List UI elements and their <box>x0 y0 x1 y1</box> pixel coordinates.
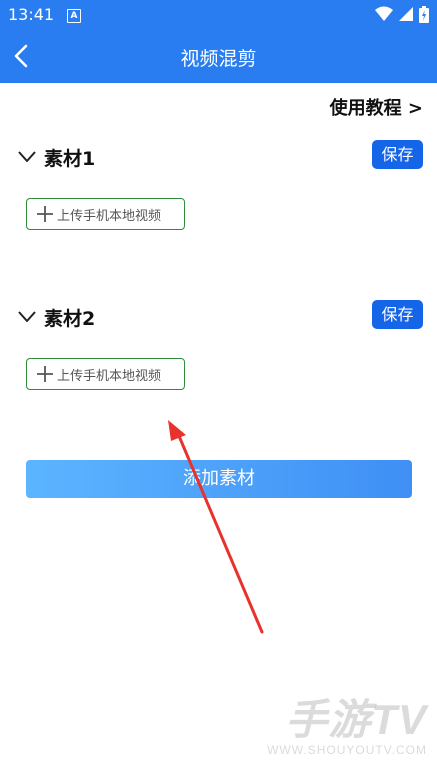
material-section-1-title: 素材1 <box>44 148 96 170</box>
wifi-icon <box>375 6 393 21</box>
page-title: 视频混剪 <box>180 48 257 70</box>
signal-icon <box>399 7 413 21</box>
upload-video-label-1: 上传手机本地视频 <box>57 208 162 224</box>
battery-icon <box>419 6 429 23</box>
tutorial-link[interactable]: 使用教程 > <box>330 94 423 120</box>
upload-video-button-2[interactable]: 上传手机本地视频 <box>26 358 185 390</box>
status-icons <box>375 6 429 23</box>
chevron-down-icon[interactable] <box>18 311 36 323</box>
save-button-2[interactable]: 保存 <box>372 300 423 329</box>
watermark-url: WWW.SHOUYOUTV.COM <box>267 743 427 757</box>
app-bar: 视频混剪 <box>0 30 437 83</box>
material-section-2-header[interactable]: 素材2 <box>18 306 423 336</box>
plus-icon <box>37 206 53 222</box>
material-section-2-title: 素材2 <box>44 308 96 330</box>
watermark-logo: 手游TV <box>285 696 427 743</box>
chevron-down-icon[interactable] <box>18 151 36 163</box>
upload-video-button-1[interactable]: 上传手机本地视频 <box>26 198 185 230</box>
add-material-button[interactable]: 添加素材 <box>26 460 412 498</box>
status-bar: 13:41 A <box>0 0 437 30</box>
screen: 13:41 A 视频混剪 使用教程 > 素材1 保存 上传手机本地视频 素材2 … <box>0 0 437 776</box>
save-button-1[interactable]: 保存 <box>372 140 423 169</box>
material-section-1-header[interactable]: 素材1 <box>18 146 423 176</box>
status-time: 13:41 <box>8 5 55 24</box>
upload-video-label-2: 上传手机本地视频 <box>57 368 162 384</box>
notification-badge: A <box>67 9 81 23</box>
watermark: 手游TV WWW.SHOUYOUTV.COM <box>267 686 427 757</box>
plus-icon <box>37 366 53 382</box>
